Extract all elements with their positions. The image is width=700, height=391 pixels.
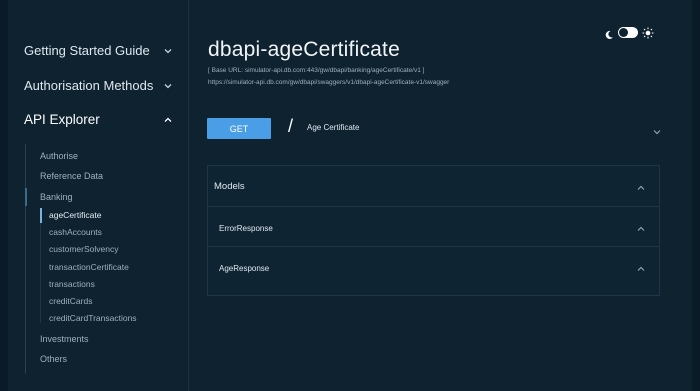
chevron-up-icon [636, 261, 646, 279]
banking-item-credit-cards[interactable]: creditCards [49, 296, 92, 306]
sidebar-item-label: Authorisation Methods [24, 78, 154, 93]
endpoint-label[interactable]: Age Certificate [307, 123, 359, 132]
model-row-age-response[interactable]: AgeResponse [208, 247, 659, 286]
active-item-marker [40, 208, 42, 223]
chevron-up-icon [636, 180, 646, 198]
model-row-error-response[interactable]: ErrorResponse [208, 207, 659, 247]
banking-subnav-line [40, 208, 41, 323]
subnav-item-banking[interactable]: Banking [40, 192, 73, 202]
sidebar-item-getting-started[interactable]: Getting Started Guide [24, 43, 174, 58]
theme-switch-knob [619, 27, 628, 37]
base-url: [ Base URL: simulator-api.db.com:443/gw/… [208, 67, 425, 74]
model-name: ErrorResponse [219, 224, 273, 233]
sidebar: Getting Started Guide Authorisation Meth… [8, 0, 189, 391]
banking-item-credit-card-transactions[interactable]: creditCardTransactions [49, 313, 137, 323]
banking-active-marker [25, 188, 27, 206]
chevron-down-icon[interactable] [652, 124, 662, 142]
chevron-down-icon [162, 80, 174, 92]
chevron-down-icon [162, 45, 174, 57]
theme-toggle[interactable] [604, 24, 654, 40]
models-panel: Models ErrorResponse AgeResponse [207, 165, 660, 296]
chevron-up-icon [162, 114, 174, 126]
api-explorer-subnav: Authorise Reference Data Banking ageCert… [25, 144, 186, 374]
get-method-button[interactable]: GET [207, 118, 271, 139]
app-frame: Getting Started Guide Authorisation Meth… [8, 0, 692, 391]
sidebar-item-label: Getting Started Guide [24, 43, 150, 58]
banking-item-transaction-certificate[interactable]: transactionCertificate [49, 262, 129, 272]
sidebar-item-authorisation-methods[interactable]: Authorisation Methods [24, 78, 174, 93]
sidebar-item-label: API Explorer [24, 112, 100, 127]
models-header[interactable]: Models [208, 166, 659, 207]
sun-icon [642, 26, 654, 39]
subnav-item-authorise[interactable]: Authorise [40, 151, 78, 161]
models-title: Models [214, 181, 245, 192]
path-slash: / [288, 116, 294, 136]
banking-item-age-certificate[interactable]: ageCertificate [49, 210, 101, 220]
subnav-item-reference-data[interactable]: Reference Data [40, 171, 103, 181]
banking-subnav: ageCertificate cashAccounts customerSolv… [40, 208, 180, 323]
main-content: dbapi-ageCertificate [ Base URL: simulat… [188, 0, 692, 391]
banking-item-transactions[interactable]: transactions [49, 279, 95, 289]
subnav-item-others[interactable]: Others [40, 354, 67, 364]
banking-item-cash-accounts[interactable]: cashAccounts [49, 227, 102, 237]
page-title: dbapi-ageCertificate [208, 38, 400, 61]
model-name: AgeResponse [219, 264, 270, 273]
chevron-up-icon [636, 221, 646, 239]
theme-switch[interactable] [618, 26, 638, 38]
sidebar-item-api-explorer[interactable]: API Explorer [24, 112, 174, 127]
swagger-url[interactable]: https://simulator-api.db.com/gw/dbapi/sw… [208, 79, 449, 86]
banking-item-customer-solvency[interactable]: customerSolvency [49, 244, 118, 254]
subnav-item-investments[interactable]: Investments [40, 334, 89, 344]
moon-icon [604, 27, 614, 39]
